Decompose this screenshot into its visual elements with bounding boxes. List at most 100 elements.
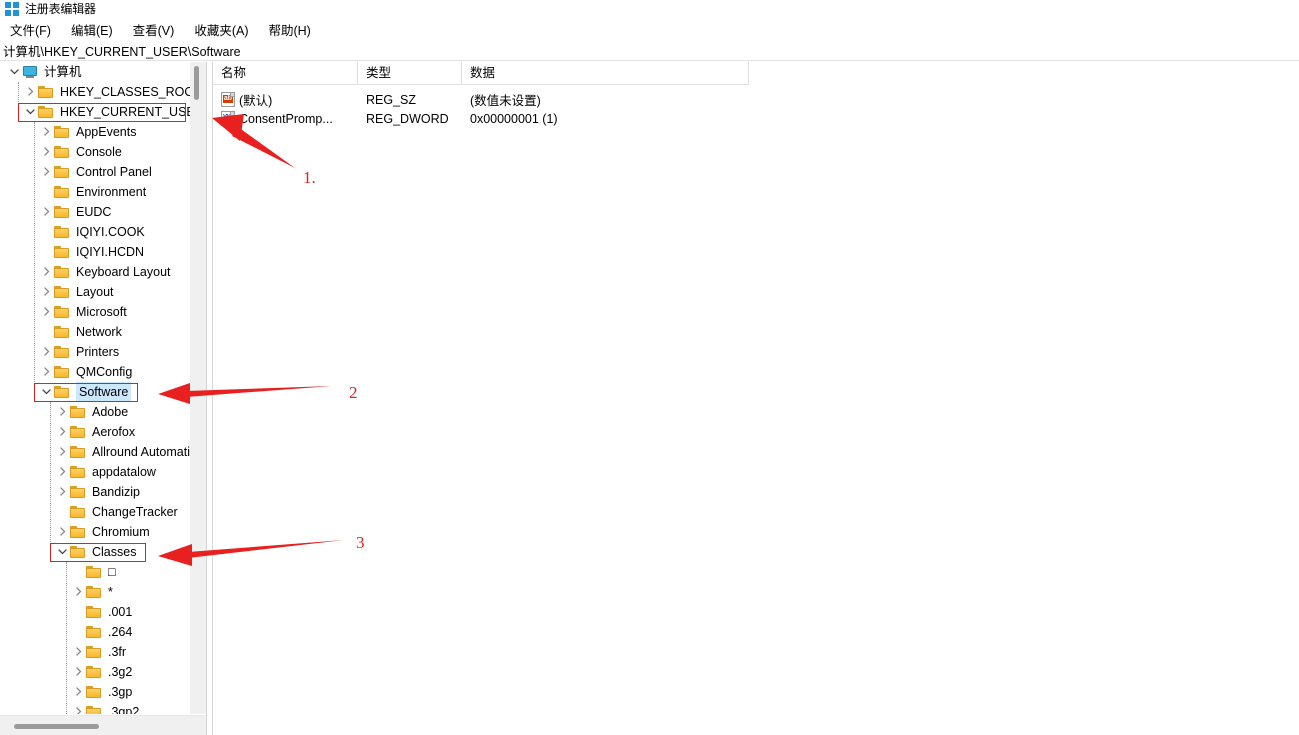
chevron-right-icon[interactable] bbox=[38, 202, 54, 222]
tree-item[interactable]: .264 bbox=[0, 622, 190, 642]
value-name-label: (默认) bbox=[239, 94, 273, 108]
folder-icon bbox=[54, 305, 71, 319]
folder-icon bbox=[54, 265, 71, 279]
tree-item-label: Console bbox=[76, 145, 122, 159]
tree-guide-line bbox=[50, 402, 52, 562]
tree-item[interactable]: Network bbox=[0, 322, 190, 342]
chevron-right-icon[interactable] bbox=[38, 302, 54, 322]
chevron-right-icon[interactable] bbox=[38, 122, 54, 142]
tree-item[interactable]: Printers bbox=[0, 342, 190, 362]
tree-item[interactable]: HKEY_CURRENT_USER bbox=[0, 102, 190, 122]
chevron-down-icon[interactable] bbox=[22, 102, 38, 122]
tree-item[interactable]: * bbox=[0, 582, 190, 602]
tree-item[interactable]: .3gp2 bbox=[0, 702, 190, 714]
value-list-pane: 名称 类型 数据 ab (默认) REG_SZ (数值未设置) 011 ConsentProm… bbox=[213, 62, 1299, 735]
tree-item-label: AppEvents bbox=[76, 125, 137, 139]
chevron-right-icon[interactable] bbox=[54, 402, 70, 422]
value-name-label: ConsentPromp... bbox=[239, 111, 333, 126]
tree-item[interactable]: HKEY_CLASSES_ROOT bbox=[0, 82, 190, 102]
value-list-row[interactable]: 011 ConsentPromp... REG_DWORD 0x00000001 (1… bbox=[213, 109, 749, 128]
chevron-down-icon[interactable] bbox=[38, 382, 54, 402]
tree-item[interactable]: IQIYI.COOK bbox=[0, 222, 190, 242]
chevron-right-icon[interactable] bbox=[38, 262, 54, 282]
folder-icon bbox=[86, 625, 103, 639]
chevron-right-icon[interactable] bbox=[70, 662, 86, 682]
chevron-right-icon[interactable] bbox=[70, 682, 86, 702]
chevron-right-icon[interactable] bbox=[54, 462, 70, 482]
tree-item[interactable]: Aerofox bbox=[0, 422, 190, 442]
value-list-row[interactable]: ab (默认) REG_SZ (数值未设置) bbox=[213, 90, 749, 109]
tree-item[interactable]: IQIYI.HCDN bbox=[0, 242, 190, 262]
tree-item[interactable]: 计算机 bbox=[0, 62, 190, 82]
chevron-right-icon[interactable] bbox=[54, 422, 70, 442]
tree-item[interactable]: ChangeTracker bbox=[0, 502, 190, 522]
menu-item-4[interactable]: 收藏夹(A) bbox=[184, 18, 258, 41]
tree-vertical-scrollbar-thumb[interactable] bbox=[194, 66, 199, 100]
tree-horizontal-scrollbar[interactable] bbox=[0, 715, 206, 735]
registry-tree-pane[interactable]: 计算机 HKEY_CLASSES_ROOT HKEY_CURRENT_USER App… bbox=[0, 62, 190, 714]
tree-item[interactable]: Allround Automati bbox=[0, 442, 190, 462]
tree-item[interactable]: Console bbox=[0, 142, 190, 162]
chevron-down-icon[interactable] bbox=[6, 62, 22, 82]
tree-item-label: Adobe bbox=[92, 405, 129, 419]
tree-item-label: □ bbox=[108, 565, 116, 579]
tree-item[interactable]: AppEvents bbox=[0, 122, 190, 142]
menu-item-label: 帮助(H) bbox=[268, 23, 311, 38]
value-name-cell: ab (默认) bbox=[213, 90, 358, 109]
chevron-right-icon[interactable] bbox=[38, 162, 54, 182]
string-value-icon: ab bbox=[221, 92, 235, 107]
tree-item[interactable]: Bandizip bbox=[0, 482, 190, 502]
value-list-column-header-1[interactable]: 名称 bbox=[213, 62, 358, 84]
chevron-right-icon[interactable] bbox=[70, 642, 86, 662]
pane-splitter[interactable] bbox=[206, 62, 213, 735]
menu-item-5[interactable]: 帮助(H) bbox=[258, 18, 320, 41]
tree-item[interactable]: Control Panel bbox=[0, 162, 190, 182]
tree-item[interactable]: appdatalow bbox=[0, 462, 190, 482]
tree-item[interactable]: QMConfig bbox=[0, 362, 190, 382]
chevron-right-icon[interactable] bbox=[38, 342, 54, 362]
tree-item[interactable]: Environment bbox=[0, 182, 190, 202]
registry-editor-window: 注册表编辑器 文件(F) 编辑(E) 查看(V) 收藏夹(A) 帮助(H) 计算机\HK… bbox=[0, 0, 1299, 735]
folder-icon bbox=[70, 425, 87, 439]
chevron-right-icon[interactable] bbox=[70, 702, 86, 714]
menu-item-1[interactable]: 文件(F) bbox=[0, 18, 61, 41]
tree-item[interactable]: Adobe bbox=[0, 402, 190, 422]
chevron-right-icon[interactable] bbox=[38, 142, 54, 162]
tree-item-label: HKEY_CLASSES_ROOT bbox=[60, 85, 190, 99]
tree-item[interactable]: □ bbox=[0, 562, 190, 582]
chevron-down-icon[interactable] bbox=[54, 542, 70, 562]
tree-item[interactable]: .3fr bbox=[0, 642, 190, 662]
tree-horizontal-scrollbar-thumb[interactable] bbox=[14, 724, 99, 729]
value-list-column-header-3[interactable]: 数据 bbox=[462, 62, 749, 84]
folder-icon bbox=[86, 705, 103, 714]
chevron-right-icon[interactable] bbox=[54, 482, 70, 502]
chevron-right-icon[interactable] bbox=[70, 582, 86, 602]
menu-item-label: 编辑(E) bbox=[70, 23, 113, 38]
chevron-right-icon[interactable] bbox=[38, 282, 54, 302]
folder-icon bbox=[38, 105, 55, 119]
tree-item[interactable]: .3g2 bbox=[0, 662, 190, 682]
chevron-right-icon[interactable] bbox=[54, 522, 70, 542]
chevron-right-icon[interactable] bbox=[54, 442, 70, 462]
tree-vertical-scrollbar[interactable] bbox=[190, 62, 206, 714]
tree-item[interactable]: Classes bbox=[0, 542, 190, 562]
tree-item[interactable]: Keyboard Layout bbox=[0, 262, 190, 282]
address-bar[interactable]: 计算机\HKEY_CURRENT_USER\Software bbox=[0, 41, 1299, 61]
tree-item-label: Microsoft bbox=[76, 305, 127, 319]
menu-item-2[interactable]: 编辑(E) bbox=[61, 18, 123, 41]
tree-item[interactable]: .3gp bbox=[0, 682, 190, 702]
menu-item-3[interactable]: 查看(V) bbox=[123, 18, 185, 41]
tree-item[interactable]: Chromium bbox=[0, 522, 190, 542]
tree-item[interactable]: Microsoft bbox=[0, 302, 190, 322]
tree-item[interactable]: .001 bbox=[0, 602, 190, 622]
tree-item[interactable]: Software bbox=[0, 382, 190, 402]
chevron-right-icon[interactable] bbox=[38, 362, 54, 382]
main-content: 计算机 HKEY_CLASSES_ROOT HKEY_CURRENT_USER App… bbox=[0, 62, 1299, 735]
tree-item[interactable]: EUDC bbox=[0, 202, 190, 222]
value-list-column-header-2[interactable]: 类型 bbox=[358, 62, 462, 84]
tree-expander-empty bbox=[70, 562, 86, 582]
chevron-right-icon[interactable] bbox=[22, 82, 38, 102]
tree-item-label: IQIYI.COOK bbox=[76, 225, 145, 239]
tree-item[interactable]: Layout bbox=[0, 282, 190, 302]
tree-item-label: Keyboard Layout bbox=[76, 265, 171, 279]
